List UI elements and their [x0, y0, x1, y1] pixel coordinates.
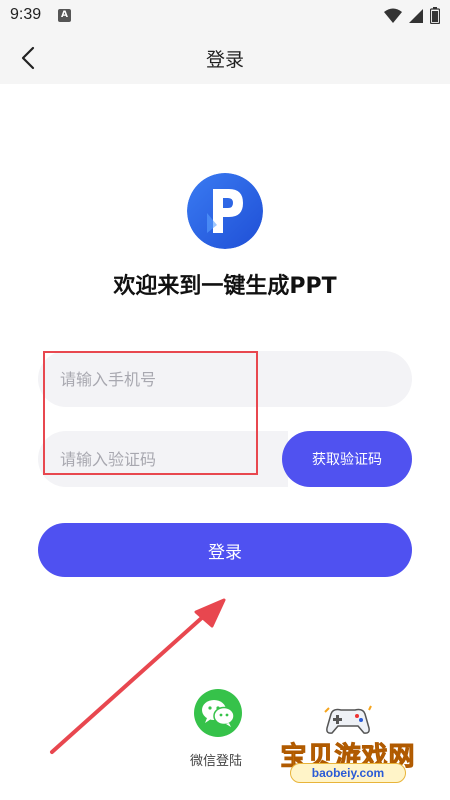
status-icons	[384, 7, 440, 24]
ppt-logo-icon	[187, 173, 263, 249]
wifi-icon	[384, 8, 402, 23]
verification-code-input[interactable]	[38, 431, 288, 487]
status-time: 9:39	[10, 6, 42, 23]
wechat-icon	[202, 700, 235, 727]
login-button[interactable]: 登录	[38, 523, 412, 577]
status-bar: 9:39 A	[0, 0, 450, 32]
wechat-login-label: 微信登陆	[190, 754, 243, 769]
watermark-url: baobeiy.com	[290, 763, 406, 783]
header: 登录	[0, 32, 450, 84]
signal-icon	[409, 8, 423, 23]
page-title: 登录	[205, 49, 244, 71]
code-field[interactable]	[38, 431, 288, 487]
app-logo	[187, 173, 263, 249]
phone-input[interactable]	[38, 351, 412, 407]
watermark-logo: 宝贝游戏网 baobeiy.com	[278, 700, 418, 795]
get-code-button[interactable]: 获取验证码	[282, 431, 412, 487]
wechat-login-button[interactable]	[194, 689, 242, 737]
welcome-heading: 欢迎来到一键生成PPT	[113, 274, 337, 299]
battery-icon	[430, 7, 440, 24]
phone-field[interactable]	[38, 351, 412, 407]
gamepad-icon	[324, 705, 372, 734]
notification-icon: A	[58, 9, 71, 22]
